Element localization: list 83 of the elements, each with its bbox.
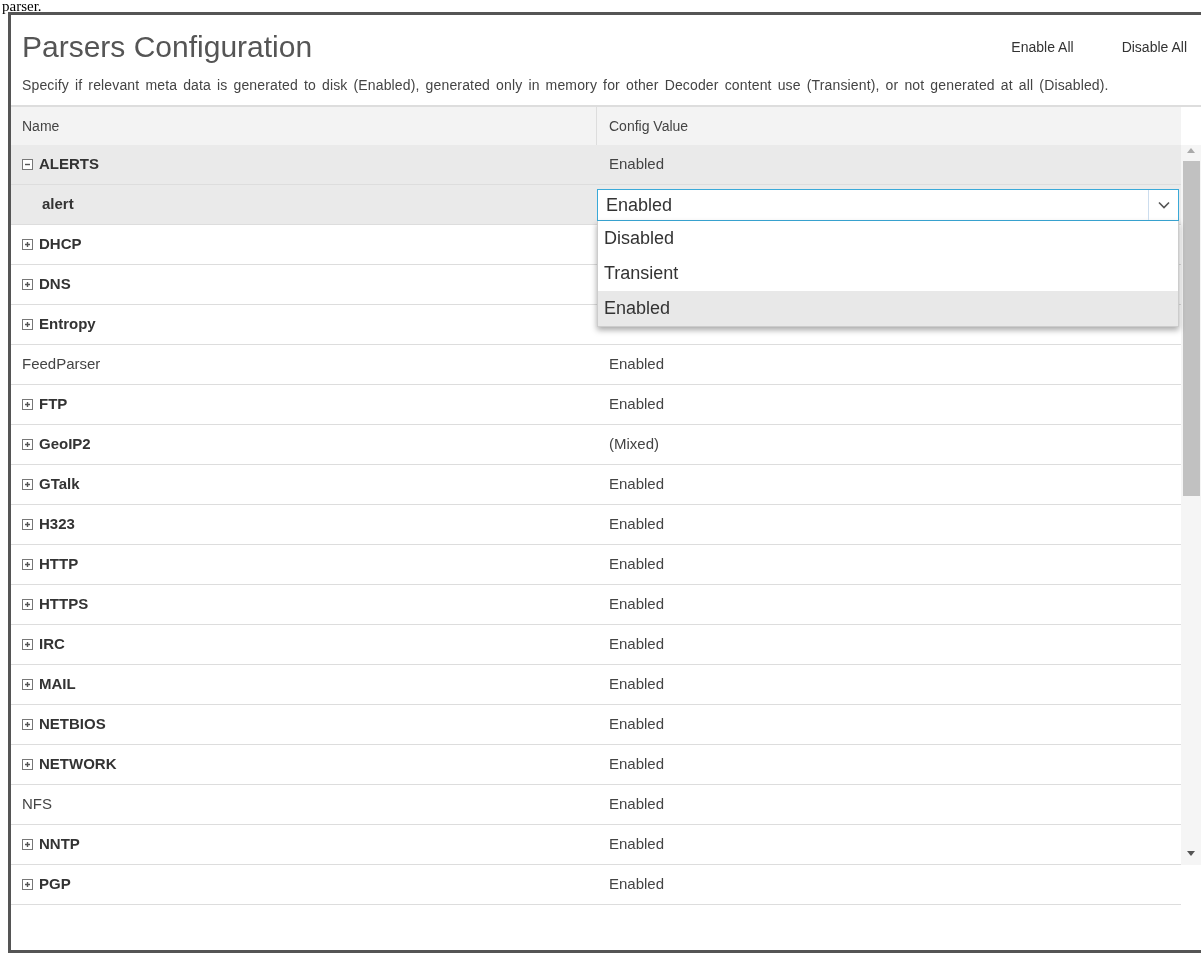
config-value: Enabled bbox=[609, 594, 665, 615]
dropdown-option[interactable]: Enabled bbox=[598, 291, 1178, 326]
expand-icon[interactable] bbox=[22, 239, 33, 250]
column-header[interactable]: Name bbox=[22, 115, 60, 137]
parser-name: MAIL bbox=[39, 674, 76, 695]
parser-name: IRC bbox=[39, 634, 65, 655]
config-value: Enabled bbox=[609, 394, 665, 415]
config-value: Enabled bbox=[609, 874, 665, 895]
name-cell[interactable]: alert bbox=[11, 185, 597, 224]
expand-icon[interactable] bbox=[22, 879, 33, 890]
parser-name: NFS bbox=[22, 794, 52, 815]
parser-name: GeoIP2 bbox=[39, 434, 91, 455]
description-text: Specify if relevant meta data is generated to disk (Enabled), generated only in memory for other Decoder content use (Transient), or not generated at all (Disabled). bbox=[22, 76, 1110, 95]
config-value: Enabled bbox=[609, 514, 665, 535]
parser-name: FeedParser bbox=[22, 354, 101, 375]
scrollbar[interactable] bbox=[1181, 145, 1201, 865]
expand-icon[interactable] bbox=[22, 639, 33, 650]
name-cell[interactable]: FeedParser bbox=[11, 345, 597, 384]
parser-name: NNTP bbox=[39, 834, 80, 855]
config-value: Enabled bbox=[609, 834, 665, 855]
column-header[interactable]: Config Value bbox=[609, 115, 689, 137]
config-dropdown[interactable]: Enabled bbox=[597, 189, 1179, 221]
expand-icon[interactable] bbox=[22, 519, 33, 530]
parser-name: GTalk bbox=[39, 474, 80, 495]
config-value: Enabled bbox=[609, 474, 665, 495]
expand-icon[interactable] bbox=[22, 479, 33, 490]
config-value: Enabled bbox=[609, 634, 665, 655]
config-value: Enabled bbox=[609, 794, 665, 815]
name-cell[interactable]: H323 bbox=[11, 505, 597, 544]
parser-name: H323 bbox=[39, 514, 75, 535]
parser-name: HTTP bbox=[39, 554, 79, 575]
action-link[interactable]: Enable All bbox=[1011, 37, 1074, 58]
parser-name: PGP bbox=[39, 874, 71, 895]
expand-icon[interactable] bbox=[22, 759, 33, 770]
parser-name: NETWORK bbox=[39, 754, 117, 775]
config-value: Enabled bbox=[609, 714, 665, 735]
action-link[interactable]: Disable All bbox=[1121, 37, 1187, 58]
expand-icon[interactable] bbox=[22, 319, 33, 330]
expand-icon[interactable] bbox=[22, 279, 33, 290]
expand-icon[interactable] bbox=[22, 719, 33, 730]
parser-name: ALERTS bbox=[39, 154, 99, 175]
caption-text: parser. bbox=[1, 0, 43, 12]
expand-icon[interactable] bbox=[22, 599, 33, 610]
name-cell[interactable]: NFS bbox=[11, 785, 597, 824]
parser-name: HTTPS bbox=[39, 594, 89, 615]
expand-icon[interactable] bbox=[22, 839, 33, 850]
config-value: Enabled bbox=[609, 754, 665, 775]
name-cell[interactable]: HTTP bbox=[11, 545, 597, 584]
config-value: Enabled bbox=[609, 554, 665, 575]
config-value: Enabled bbox=[609, 674, 665, 695]
parser-name: NETBIOS bbox=[39, 714, 106, 735]
name-cell[interactable]: PGP bbox=[11, 865, 597, 904]
config-value: Enabled bbox=[609, 354, 665, 375]
expand-icon[interactable] bbox=[22, 439, 33, 450]
parser-name: alert bbox=[42, 194, 74, 215]
name-cell[interactable]: GeoIP2 bbox=[11, 425, 597, 464]
name-cell[interactable]: GTalk bbox=[11, 465, 597, 504]
name-cell[interactable]: NETBIOS bbox=[11, 705, 597, 744]
collapse-icon[interactable] bbox=[22, 159, 33, 170]
parser-name: Entropy bbox=[39, 314, 96, 335]
name-cell[interactable]: Entropy bbox=[11, 305, 597, 344]
caret-icon bbox=[1157, 201, 1170, 209]
name-cell[interactable]: HTTPS bbox=[11, 585, 597, 624]
panel-title: Parsers Configuration bbox=[22, 29, 314, 65]
scrollbar-thumb[interactable] bbox=[1182, 161, 1200, 496]
name-cell[interactable]: DHCP bbox=[11, 225, 597, 264]
dropdown-option[interactable]: Transient bbox=[598, 256, 1178, 291]
expand-icon[interactable] bbox=[22, 559, 33, 570]
parser-name: FTP bbox=[39, 394, 68, 415]
dropdown-option[interactable]: Disabled bbox=[598, 221, 1178, 256]
parser-name: DNS bbox=[39, 274, 71, 295]
config-value: Enabled bbox=[609, 154, 665, 175]
name-cell[interactable]: NNTP bbox=[11, 825, 597, 864]
name-cell[interactable]: MAIL bbox=[11, 665, 597, 704]
parser-name: DHCP bbox=[39, 234, 82, 255]
name-cell[interactable]: NETWORK bbox=[11, 745, 597, 784]
expand-icon[interactable] bbox=[22, 399, 33, 410]
name-cell[interactable]: DNS bbox=[11, 265, 597, 304]
name-cell[interactable]: IRC bbox=[11, 625, 597, 664]
name-cell[interactable]: ALERTS bbox=[11, 145, 597, 184]
config-value: (Mixed) bbox=[609, 434, 659, 455]
expand-icon[interactable] bbox=[22, 679, 33, 690]
name-cell[interactable]: FTP bbox=[11, 385, 597, 424]
